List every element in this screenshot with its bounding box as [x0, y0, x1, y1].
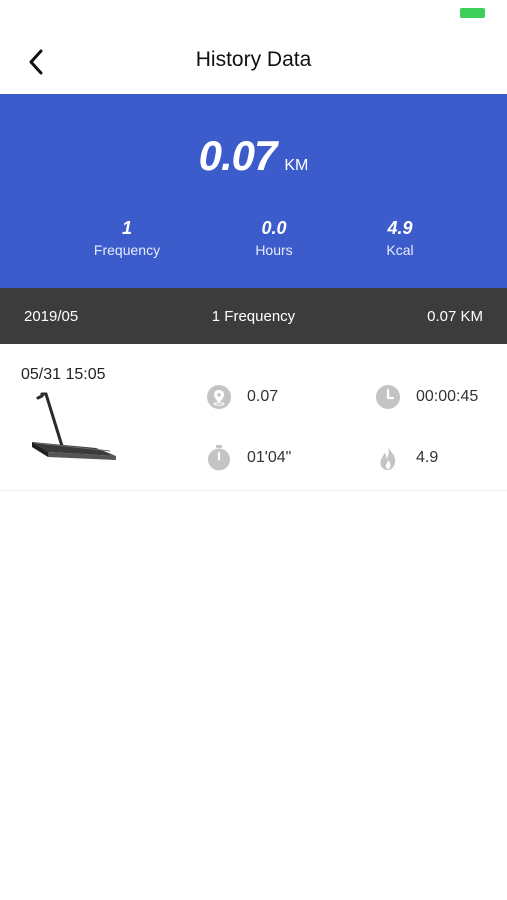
record-distance: 0.07 — [247, 388, 279, 405]
status-bar — [0, 0, 507, 30]
month-summary-bar: 2019/05 1 Frequency 0.07 KM — [0, 288, 507, 344]
stopwatch-icon — [206, 445, 232, 471]
stat-frequency-value: 1 — [121, 218, 132, 238]
stat-hours-value: 0.0 — [261, 218, 287, 238]
stat-frequency-label: Frequency — [93, 242, 161, 258]
total-distance-unit: KM — [284, 157, 309, 174]
navigation-bar: History Data — [0, 30, 507, 94]
stat-kcal-label: Kcal — [386, 242, 414, 258]
flame-icon — [375, 445, 401, 471]
clock-icon — [375, 384, 401, 410]
distance-metric: 0.07 — [206, 384, 278, 410]
summary-panel: 0.07 KM 1 Frequency 0.0 Hours 4.9 Kcal — [0, 94, 507, 288]
total-distance-value: 0.07 — [198, 132, 278, 179]
pace-metric: 01'04" — [206, 445, 291, 471]
stat-frequency: 1 Frequency — [57, 218, 197, 258]
treadmill-image — [32, 392, 116, 460]
duration-metric: 00:00:45 — [375, 384, 478, 410]
page-title: History Data — [195, 48, 312, 71]
stat-kcal: 4.9 Kcal — [330, 218, 470, 258]
month-distance: 0.07 KM — [427, 308, 483, 325]
record-duration: 00:00:45 — [416, 388, 479, 405]
stat-hours: 0.0 Hours — [204, 218, 344, 258]
total-distance: 0.07 KM — [0, 132, 507, 180]
location-pin-icon — [206, 384, 232, 410]
calories-metric: 4.9 — [375, 445, 438, 471]
battery-icon — [460, 8, 485, 18]
record-pace: 01'04" — [247, 449, 292, 466]
stat-kcal-value: 4.9 — [387, 218, 413, 238]
list-item[interactable]: 05/31 15:05 0.07 00:00:45 01'04" 4.9 — [0, 344, 507, 491]
stat-hours-label: Hours — [255, 242, 293, 258]
record-calories: 4.9 — [416, 449, 439, 466]
record-datetime: 05/31 15:05 — [21, 366, 106, 383]
